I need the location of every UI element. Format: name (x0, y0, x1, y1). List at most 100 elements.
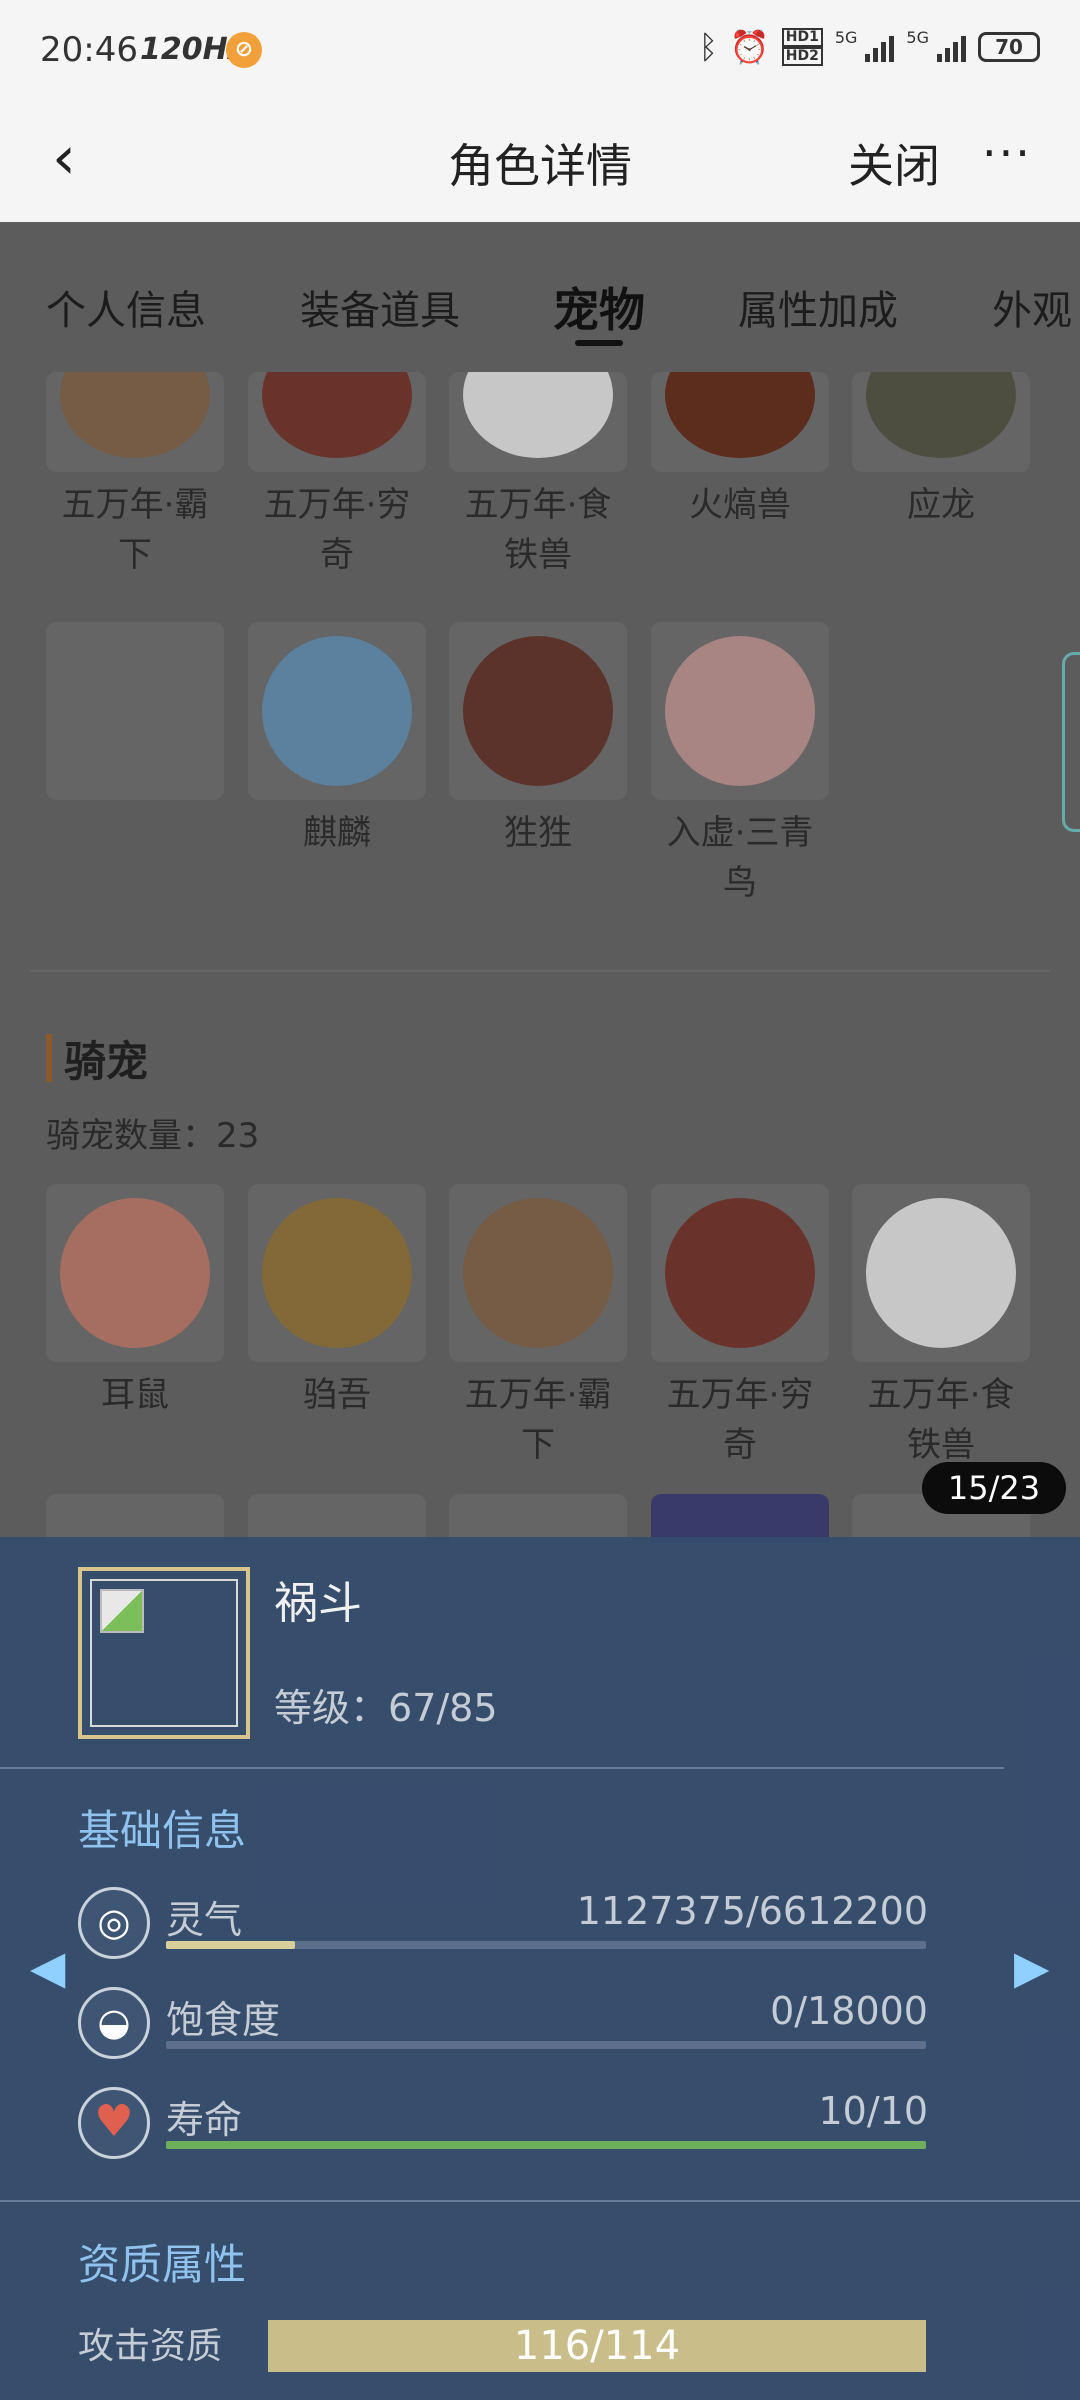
mount-art (262, 1198, 412, 1348)
pet-thumbnail (449, 622, 627, 800)
hd2-label: HD2 (781, 47, 823, 66)
stat-label: 饱食度 (166, 1998, 281, 2042)
pet-item[interactable]: 狌狌 (449, 622, 627, 858)
active-tab-indicator (575, 340, 623, 346)
stat-value: 10/10 (818, 2089, 928, 2133)
mount-item[interactable] (651, 1494, 829, 1542)
pet-art (262, 372, 412, 458)
stat-progress-fill (166, 1941, 296, 1949)
more-options-icon[interactable]: ··· (982, 126, 1032, 180)
mount-item[interactable]: 驺吾 (248, 1184, 426, 1420)
pet-name: 应龙 (907, 485, 975, 525)
stat-label: 寿命 (166, 2098, 243, 2142)
tab-attribute-bonus[interactable]: 属性加成 (738, 278, 898, 336)
mounts-count-value: 23 (216, 1116, 260, 1156)
pet-art (262, 636, 412, 786)
mount-thumbnail (248, 1184, 426, 1362)
pet-thumbnail (248, 372, 426, 472)
pet-item[interactable]: 入虚·三青鸟 (651, 622, 829, 908)
mount-item[interactable]: 耳鼠 (46, 1184, 224, 1420)
section-divider (30, 970, 1050, 972)
tab-equipment[interactable]: 装备道具 (300, 278, 460, 336)
pet-item[interactable]: 麒麟 (248, 622, 426, 858)
pet-art (60, 372, 210, 458)
mount-item[interactable] (449, 1494, 627, 1542)
side-drawer-handle[interactable] (1062, 652, 1080, 832)
pet-art (665, 636, 815, 786)
mount-art (60, 1198, 210, 1348)
section-accent-bar (46, 1034, 52, 1082)
pet-thumbnail-empty (46, 622, 224, 800)
pet-thumbnail (46, 372, 224, 472)
pet-item[interactable]: 火熇兽 (651, 372, 829, 530)
stat-row-satiety: ◒ 饱食度 0/18000 (78, 1983, 928, 2063)
hd1-label: HD1 (781, 28, 823, 47)
stat-progress-track (166, 1941, 926, 1949)
pet-item[interactable]: 五万年·食铁兽 (449, 372, 627, 580)
mount-thumbnail (449, 1494, 627, 1542)
stat-value: 1127375/6612200 (576, 1889, 928, 1933)
pet-name: 五万年·食铁兽 (464, 485, 612, 575)
mount-thumbnail (449, 1184, 627, 1362)
heart-icon: ♥ (78, 2087, 150, 2159)
pet-item[interactable]: 五万年·霸下 (46, 372, 224, 580)
mount-thumbnail (852, 1184, 1030, 1362)
pet-art (463, 372, 613, 458)
mount-name: 五万年·穷奇 (666, 1375, 814, 1465)
sheet-divider (0, 2200, 1080, 2202)
mount-thumbnail (46, 1184, 224, 1362)
stomach-icon: ◒ (78, 1987, 150, 2059)
mount-item[interactable]: 五万年·穷奇 (651, 1184, 829, 1470)
mount-art (866, 1198, 1016, 1348)
mount-item[interactable] (46, 1494, 224, 1542)
status-icons: ᛒ ⏰ HD1 HD2 5G 5G 70 (699, 28, 1040, 66)
stat-progress-fill (166, 2141, 926, 2149)
stat-progress-track (166, 2141, 926, 2149)
pet-item[interactable]: 应龙 (852, 372, 1030, 530)
sheet-divider (0, 1767, 1004, 1769)
pet-detail-sheet: 祸斗 等级：67/85 基础信息 ◎ 灵气 1127375/6612200 ◒ … (0, 1537, 1080, 2400)
pet-detail-name: 祸斗 (274, 1578, 362, 1629)
pet-art (665, 372, 815, 458)
pet-avatar (78, 1567, 250, 1739)
network-5g-label: 5G (834, 28, 858, 47)
level-value: 67/85 (388, 1686, 498, 1730)
mount-art (665, 1198, 815, 1348)
pet-thumbnail (248, 622, 426, 800)
mount-name: 耳鼠 (101, 1375, 169, 1415)
tab-appearance[interactable]: 外观 (992, 278, 1072, 336)
pet-item[interactable]: 五万年·穷奇 (248, 372, 426, 580)
bluetooth-icon: ᛒ (698, 28, 718, 66)
mount-item[interactable]: 五万年·霸下 (449, 1184, 627, 1470)
mount-item[interactable]: 五万年·食铁兽 (852, 1184, 1030, 1470)
pet-name: 麒麟 (303, 813, 371, 853)
top-nav-bar: ‹ 角色详情 关闭 ··· (0, 100, 1080, 222)
mount-name: 驺吾 (303, 1375, 371, 1415)
app-notification-icon: ⊘ (226, 32, 262, 68)
stat-label: 灵气 (166, 1898, 243, 1942)
status-time: 20:46 (40, 30, 138, 70)
mount-item[interactable] (248, 1494, 426, 1542)
next-arrow-icon[interactable]: ▶ (1014, 1940, 1049, 1994)
tab-pets[interactable]: 宠物 (553, 274, 645, 340)
aptitude-heading: 资质属性 (78, 2240, 247, 2289)
pet-thumbnail (852, 372, 1030, 472)
stat-progress-track (166, 2041, 926, 2049)
signal-icon-2 (937, 32, 966, 62)
pet-item[interactable] (46, 622, 224, 808)
pet-name: 火熇兽 (689, 485, 791, 525)
signal-icon (865, 32, 895, 62)
stat-row-spirit: ◎ 灵气 1127375/6612200 (78, 1883, 928, 1963)
tab-personal-info[interactable]: 个人信息 (46, 278, 206, 336)
pet-thumbnail (651, 622, 829, 800)
network-5g-label-2: 5G (906, 28, 929, 47)
previous-arrow-icon[interactable]: ◀ (30, 1940, 65, 1994)
aptitude-bar: 116/114 (268, 2320, 926, 2372)
close-button[interactable]: 关闭 (848, 130, 940, 196)
mount-thumbnail (651, 1494, 829, 1542)
pet-detail-level: 等级：67/85 (274, 1677, 498, 1732)
mounts-count-label: 骑宠数量： (46, 1116, 216, 1156)
pet-art (866, 372, 1016, 458)
pet-name: 狌狌 (504, 813, 572, 853)
mount-art (463, 1198, 613, 1348)
